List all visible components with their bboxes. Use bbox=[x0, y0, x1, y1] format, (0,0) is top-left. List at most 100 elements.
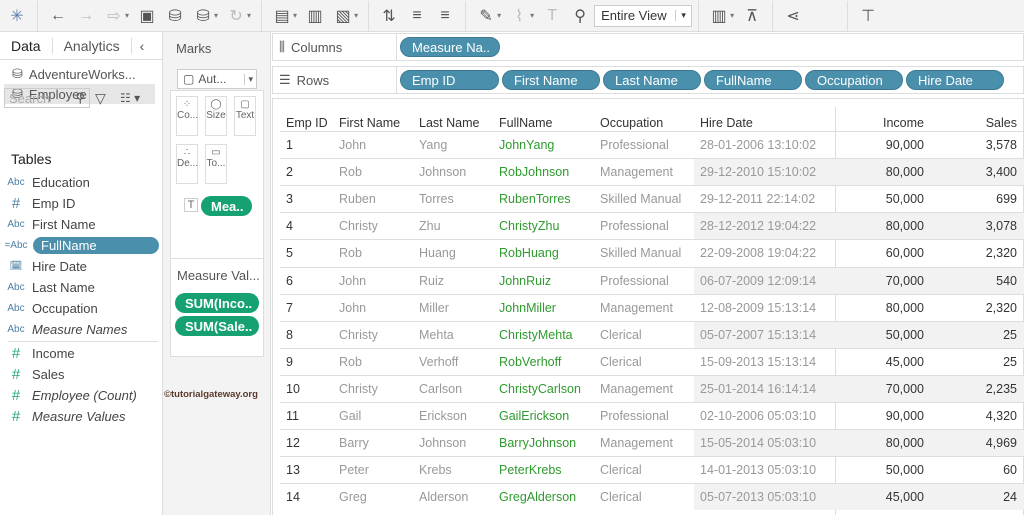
detail-button[interactable]: ∴ De... bbox=[176, 144, 198, 184]
row-pill-last-name[interactable]: Last Name bbox=[603, 70, 701, 90]
tooltip-icon[interactable]: ⊤ bbox=[857, 5, 879, 27]
back-icon[interactable]: ← bbox=[47, 5, 69, 27]
sum-sales-pill[interactable]: SUM(Sale.. bbox=[175, 316, 259, 336]
cell-occupation: Management bbox=[600, 381, 673, 396]
rows-icon: ☰ bbox=[279, 72, 291, 87]
cell-emp-id: 14 bbox=[286, 490, 300, 505]
collapse-icon[interactable]: ‹ bbox=[132, 38, 153, 54]
rows-shelf[interactable]: ☰ Rows Emp ID First Name Last Name FullNa… bbox=[272, 66, 1024, 94]
new-worksheet-icon[interactable]: ▤ bbox=[271, 5, 293, 27]
text-icon: T bbox=[184, 198, 198, 212]
field-label: Income bbox=[32, 345, 75, 361]
cell-emp-id: 4 bbox=[286, 219, 293, 234]
highlight-icon[interactable]: ✎ bbox=[475, 5, 497, 27]
row-pill-fullname[interactable]: FullName bbox=[704, 70, 802, 90]
field-occupation[interactable]: Abc Occupation bbox=[0, 298, 160, 318]
datasource-adventureworks[interactable]: ⛁ AdventureWorks... bbox=[0, 64, 162, 84]
number-type-icon: # bbox=[11, 407, 21, 425]
mark-type-select[interactable]: ▢ Aut... ▾ bbox=[177, 69, 257, 89]
search-input[interactable]: Search ⚲ bbox=[4, 88, 90, 108]
field-emp-id[interactable]: # Emp ID bbox=[0, 193, 160, 213]
field-measure-values[interactable]: # Measure Values bbox=[0, 406, 160, 426]
columns-shelf[interactable]: ⫼ Columns Measure Na.. bbox=[272, 33, 1024, 61]
sort-descending-icon[interactable]: ≡ bbox=[434, 5, 456, 27]
color-icon: ⁘ bbox=[182, 99, 192, 110]
show-me-icon[interactable]: ▥ bbox=[708, 5, 730, 27]
cell-last-name: Yang bbox=[419, 138, 448, 152]
field-measure-names[interactable]: Abc Measure Names bbox=[0, 319, 160, 339]
cell-emp-id: 6 bbox=[286, 273, 293, 288]
table-row: 3 Ruben Torres RubenTorres Skilled Manual 29-… bbox=[280, 185, 1024, 212]
row-pill-occupation[interactable]: Occupation bbox=[805, 70, 903, 90]
cell-sales: 4,320 bbox=[985, 409, 1017, 423]
tab-analytics[interactable]: Analytics bbox=[51, 37, 132, 54]
text-pill[interactable]: Mea.. bbox=[201, 196, 252, 216]
size-button[interactable]: ◯ Size bbox=[205, 96, 227, 136]
cell-hire-date: 05-07-2013 05:03:10 bbox=[700, 490, 817, 505]
swap-icon[interactable]: ⇅ bbox=[378, 5, 400, 27]
column-header-hire-date[interactable]: Hire Date bbox=[700, 116, 753, 130]
tab-data[interactable]: Data bbox=[0, 38, 52, 54]
table-row: 12 Barry Johnson BarryJohnson Management 15-0… bbox=[280, 429, 1024, 457]
column-header-last-name[interactable]: Last Name bbox=[419, 116, 479, 130]
cell-last-name: Mehta bbox=[419, 327, 454, 342]
forward-icon[interactable]: → bbox=[75, 5, 97, 27]
sum-income-pill[interactable]: SUM(Inco.. bbox=[175, 293, 259, 313]
view-options-icon[interactable]: ☷ ▾ bbox=[120, 91, 140, 105]
cell-occupation: Professional bbox=[600, 138, 669, 152]
pause-updates-icon[interactable]: ⛁ bbox=[192, 5, 214, 27]
field-employee-count-[interactable]: # Employee (Count) bbox=[0, 385, 160, 405]
row-pill-first-name[interactable]: First Name bbox=[502, 70, 600, 90]
column-header-first-name[interactable]: First Name bbox=[339, 116, 400, 130]
column-header-sales[interactable]: Sales bbox=[986, 116, 1017, 130]
field-income[interactable]: # Income bbox=[0, 343, 160, 363]
cell-first-name: John bbox=[339, 300, 367, 315]
column-header-emp-id[interactable]: Emp ID bbox=[286, 116, 328, 130]
column-header-occupation[interactable]: Occupation bbox=[600, 116, 663, 130]
color-button[interactable]: ⁘ Co... bbox=[176, 96, 198, 136]
filter-icon[interactable]: ▽ bbox=[95, 90, 106, 107]
field-sales[interactable]: # Sales bbox=[0, 364, 160, 384]
field-hire-date[interactable]: 🗓 Hire Date bbox=[0, 256, 160, 276]
redo-icon[interactable]: ⇨ bbox=[103, 5, 125, 27]
row-pill-emp-id[interactable]: Emp ID bbox=[400, 70, 499, 90]
cell-income: 70,000 bbox=[885, 381, 924, 396]
cell-hire-date: 22-09-2008 19:04:22 bbox=[700, 246, 817, 261]
chevron-down-icon: ▾ bbox=[675, 10, 691, 21]
share-icon[interactable]: ⋖ bbox=[782, 5, 804, 27]
tableau-logo-icon[interactable]: ✳ bbox=[6, 5, 28, 27]
number-type-icon: # bbox=[11, 194, 21, 212]
cell-hire-date: 28-01-2006 13:10:02 bbox=[700, 138, 817, 152]
cell-last-name: Huang bbox=[419, 246, 456, 261]
number-type-icon: # bbox=[11, 386, 21, 404]
field-first-name[interactable]: Abc First Name bbox=[0, 214, 160, 234]
cell-income: 50,000 bbox=[885, 463, 924, 478]
string-type-icon: Abc bbox=[7, 323, 25, 335]
presentation-icon[interactable]: ⊼ bbox=[741, 5, 763, 27]
cell-income: 80,000 bbox=[885, 436, 924, 451]
refresh-icon[interactable]: ↻ bbox=[225, 5, 247, 27]
sort-ascending-icon[interactable]: ≡ bbox=[406, 5, 428, 27]
cell-sales: 4,969 bbox=[985, 436, 1017, 451]
duplicate-sheet-icon[interactable]: ▥ bbox=[304, 5, 326, 27]
pin-icon[interactable]: ⚲ bbox=[569, 5, 591, 27]
cell-last-name: Zhu bbox=[419, 219, 441, 234]
column-header-fullname[interactable]: FullName bbox=[499, 116, 553, 130]
attach-icon[interactable]: ⌇ bbox=[508, 5, 530, 27]
text-button[interactable]: ▢ Text bbox=[234, 96, 256, 136]
field-last-name[interactable]: Abc Last Name bbox=[0, 277, 160, 297]
row-pill-hire-date[interactable]: Hire Date bbox=[906, 70, 1004, 90]
tooltip-button[interactable]: ▭ To... bbox=[205, 144, 227, 184]
new-datasource-icon[interactable]: ⛁ bbox=[164, 5, 186, 27]
column-header-income[interactable]: Income bbox=[883, 116, 924, 130]
field-fullname[interactable]: =Abc FullName bbox=[0, 235, 160, 255]
fit-view-select[interactable]: Entire View ▾ bbox=[594, 4, 693, 27]
clear-sheet-icon[interactable]: ▧ bbox=[332, 5, 354, 27]
field-education[interactable]: Abc Education bbox=[0, 172, 160, 192]
measure-names-pill[interactable]: Measure Na.. bbox=[400, 37, 500, 57]
table-row: 6 John Ruiz JohnRuiz Professional 06-07-2009 … bbox=[280, 266, 1024, 294]
cell-occupation: Professional bbox=[600, 409, 669, 423]
save-icon[interactable]: ▣ bbox=[136, 5, 158, 27]
labels-icon[interactable]: T bbox=[541, 5, 563, 27]
field-label: Sales bbox=[32, 366, 65, 382]
